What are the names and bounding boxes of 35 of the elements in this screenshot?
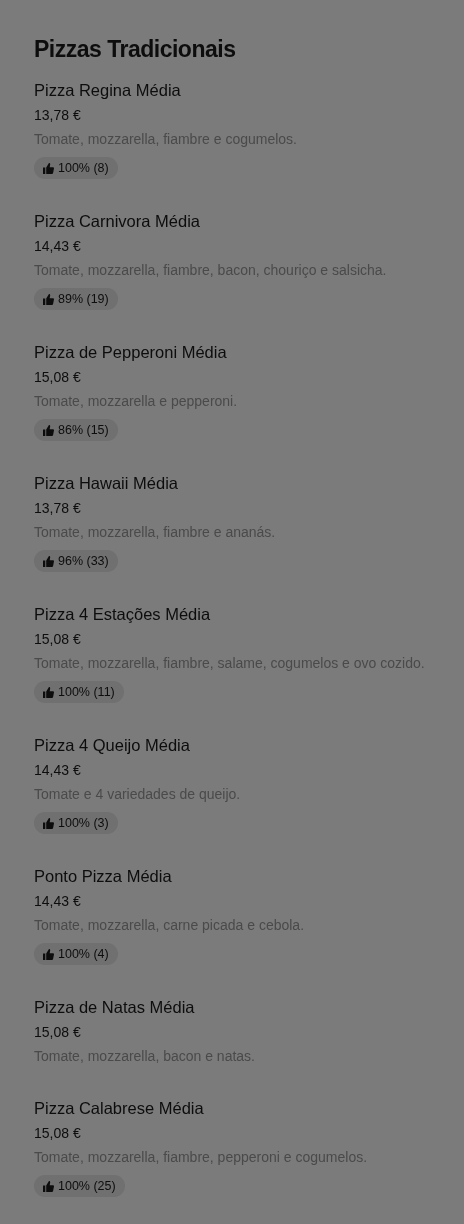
item-name[interactable]: Pizza de Pepperoni Média	[34, 341, 227, 363]
rating-text: 100% (25)	[58, 1178, 116, 1194]
rating-text: 86% (15)	[58, 422, 109, 438]
thumbs-up-icon	[43, 555, 54, 567]
rating-text: 96% (33)	[58, 553, 109, 569]
rating-text: 100% (4)	[58, 946, 109, 962]
item-price: 14,43 €	[34, 761, 81, 780]
rating-text: 100% (3)	[58, 815, 109, 831]
thumbs-up-icon	[43, 424, 54, 436]
item-name[interactable]: Pizza Hawaii Média	[34, 472, 178, 494]
item-name[interactable]: Ponto Pizza Média	[34, 865, 172, 887]
thumbs-up-icon	[43, 817, 54, 829]
thumbs-up-icon	[43, 162, 54, 174]
item-name[interactable]: Pizza 4 Queijo Média	[34, 734, 190, 756]
thumbs-up-icon	[43, 1180, 54, 1192]
item-name[interactable]: Pizza Carnivora Média	[34, 210, 200, 232]
thumbs-up-icon	[43, 293, 54, 305]
item-name[interactable]: Pizza 4 Estações Média	[34, 603, 211, 625]
rating-text: 89% (19)	[58, 291, 109, 307]
item-price: 14,43 €	[34, 237, 81, 256]
item-price: 15,08 €	[34, 1023, 81, 1042]
item-price: 15,08 €	[34, 630, 81, 649]
item-name[interactable]: Pizza de Natas Média	[34, 996, 195, 1018]
item-name[interactable]: Pizza Regina Média	[34, 79, 181, 101]
item-price: 15,08 €	[34, 368, 81, 387]
item-price: 13,78 €	[34, 106, 81, 125]
rating-text: 100% (8)	[58, 160, 109, 176]
thumbs-up-icon	[43, 686, 54, 698]
thumbs-up-icon	[43, 948, 54, 960]
section-title: Pizzas Tradicionais	[34, 35, 237, 64]
item-price: 15,08 €	[34, 1124, 81, 1143]
rating-text: 100% (11)	[58, 684, 115, 700]
item-name[interactable]: Pizza Calabrese Média	[34, 1097, 204, 1119]
item-price: 14,43 €	[34, 892, 81, 911]
item-price: 13,78 €	[34, 499, 81, 518]
